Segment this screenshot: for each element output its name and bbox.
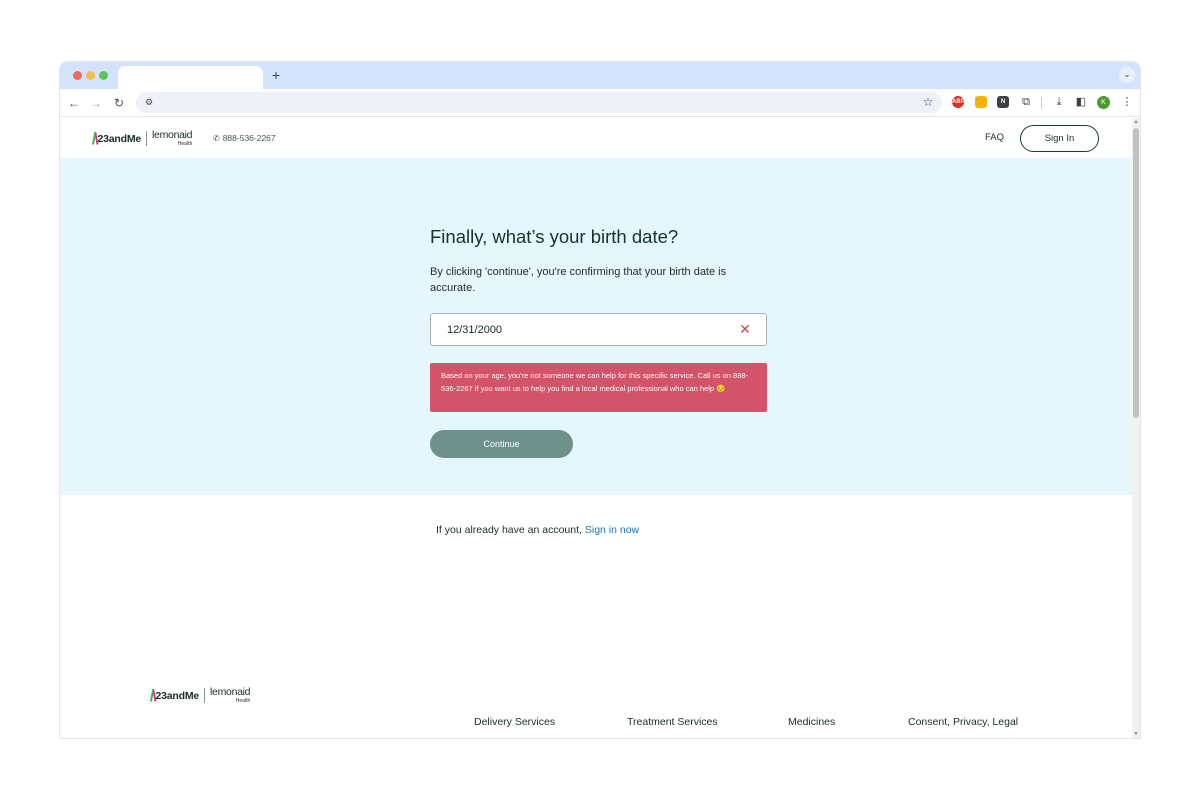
logo-mark: \/ [91,129,99,148]
sidepanel-icon[interactable]: ◧ [1073,94,1089,110]
reload-icon[interactable]: ↻ [110,94,128,112]
address-bar[interactable]: ⚙ ☆ [136,92,942,113]
footer-link-medicines[interactable]: Medicines [788,716,835,728]
logo-lemonaid-health: Health [177,141,193,147]
birth-date-section: Finally, what’s your birth date? By clic… [60,158,1132,495]
browser-toolbar: ← → ↻ ⚙ ☆ ABP N ⧉ ⤓ ◧ K ⋮ [60,89,1140,117]
minimize-window-button[interactable] [86,71,95,80]
logo-23andme: 23andMe [97,132,142,145]
adblock-extension-icon[interactable]: ABP [952,96,965,108]
phone-link[interactable]: ✆ 888-536-2267 [213,133,276,143]
notes-extension-icon[interactable] [975,96,987,108]
footer-logo-lemonaid-name: lemonaid [210,686,251,698]
phone-icon: ✆ [213,134,220,143]
new-tab-button[interactable]: + [268,66,284,84]
footer-link-delivery-services[interactable]: Delivery Services [474,716,555,728]
existing-account-prompt: If you already have an account, Sign in … [436,524,639,536]
footer-logo-mark: \/ [149,686,157,705]
footer-logo[interactable]: \/ 23andMe lemonaid Health [149,686,251,705]
footer-link-treatment-services[interactable]: Treatment Services [627,716,718,728]
phone-number: 888-536-2267 [222,133,276,143]
faq-link[interactable]: FAQ [985,132,1004,143]
logo-lemonaid: lemonaid Health [152,129,193,148]
profile-avatar[interactable]: K [1097,96,1110,109]
footer-logo-divider [204,688,206,703]
download-icon[interactable]: ⤓ [1051,94,1067,110]
logo-lemonaid-name: lemonaid [152,129,193,141]
back-icon[interactable]: ← [65,94,83,112]
account-prompt-text: If you already have an account, [436,524,582,536]
birth-date-input[interactable] [447,322,727,338]
scrollbar-thumb[interactable] [1133,128,1139,418]
footer-logo-lemonaid: lemonaid Health [210,686,251,705]
page-viewport: \/ 23andMe lemonaid Health ✆ 888-536-2267… [60,118,1132,738]
site-header: \/ 23andMe lemonaid Health ✆ 888-536-2267… [60,118,1132,158]
extensions-icon[interactable]: ⧉ [1018,94,1034,110]
toolbar-divider [1041,97,1042,109]
scroll-up-icon[interactable]: ▲ [1132,118,1140,126]
star-icon[interactable]: ☆ [920,94,936,110]
notion-extension-icon[interactable]: N [997,96,1009,108]
more-icon[interactable]: ⋮ [1119,94,1135,110]
close-window-button[interactable] [73,71,82,80]
site-logo[interactable]: \/ 23andMe lemonaid Health [91,129,193,148]
birth-date-field[interactable]: ✕ [430,313,767,346]
page-title: Finally, what’s your birth date? [430,226,679,247]
site-info-icon[interactable]: ⚙ [142,95,156,109]
footer-logo-23andme: 23andMe [155,689,200,702]
confirmation-text: By clicking 'continue', you're confirmin… [430,266,727,294]
tab-strip: + ⌄ [60,62,1140,89]
footer-link-consent-privacy-legal[interactable]: Consent, Privacy, Legal [908,716,1018,728]
sign-in-button[interactable]: Sign In [1020,125,1099,152]
browser-tab[interactable] [118,66,263,89]
age-error-alert: Based on your age, you're not someone we… [430,363,767,412]
sign-in-now-link[interactable]: Sign in now [585,524,639,536]
continue-button[interactable]: Continue [430,430,573,458]
forward-icon[interactable]: → [87,94,105,112]
scroll-down-icon[interactable]: ▼ [1132,730,1140,738]
footer-logo-lemonaid-health: Health [235,698,251,704]
logo-divider [146,131,148,146]
tab-search-icon[interactable]: ⌄ [1119,67,1135,83]
page-scrollbar[interactable]: ▲ ▼ [1132,118,1140,738]
clear-icon[interactable]: ✕ [738,322,752,336]
browser-window: + ⌄ ← → ↻ ⚙ ☆ ABP N ⧉ ⤓ ◧ K ⋮ \/ 23andMe… [60,62,1140,738]
maximize-window-button[interactable] [99,71,108,80]
